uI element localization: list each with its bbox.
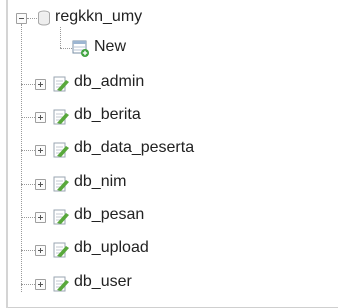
new-table-icon <box>72 40 89 57</box>
expand-icon[interactable] <box>35 145 46 156</box>
expand-icon[interactable] <box>35 79 46 90</box>
tree-connector <box>60 48 72 49</box>
tree-guide-line <box>21 24 22 292</box>
table-name[interactable]: db_upload <box>74 239 149 257</box>
table-name[interactable]: db_nim <box>74 173 126 191</box>
tree-guide-line-new <box>60 27 61 48</box>
table-structure-icon <box>53 242 69 258</box>
table-name[interactable]: db_berita <box>74 106 141 124</box>
tree-connector <box>27 18 37 19</box>
table-structure-icon <box>53 109 69 125</box>
table-structure-icon <box>53 276 69 292</box>
table-name[interactable]: db_data_peserta <box>74 139 194 157</box>
expand-icon[interactable] <box>35 245 46 256</box>
table-structure-icon <box>53 142 69 158</box>
table-structure-icon <box>53 76 69 92</box>
expand-icon[interactable] <box>35 279 46 290</box>
database-name[interactable]: regkkn_umy <box>55 8 142 26</box>
panel-left-border <box>6 0 8 308</box>
table-name[interactable]: db_admin <box>74 73 144 91</box>
table-name[interactable]: db_user <box>74 273 132 291</box>
table-structure-icon <box>53 176 69 192</box>
database-icon <box>38 10 50 26</box>
expand-icon[interactable] <box>35 112 46 123</box>
table-structure-icon <box>53 209 69 225</box>
expand-icon[interactable] <box>35 212 46 223</box>
expand-icon[interactable] <box>35 179 46 190</box>
table-name[interactable]: db_pesan <box>74 206 144 224</box>
collapse-icon[interactable] <box>16 13 27 24</box>
new-label[interactable]: New <box>94 38 126 56</box>
